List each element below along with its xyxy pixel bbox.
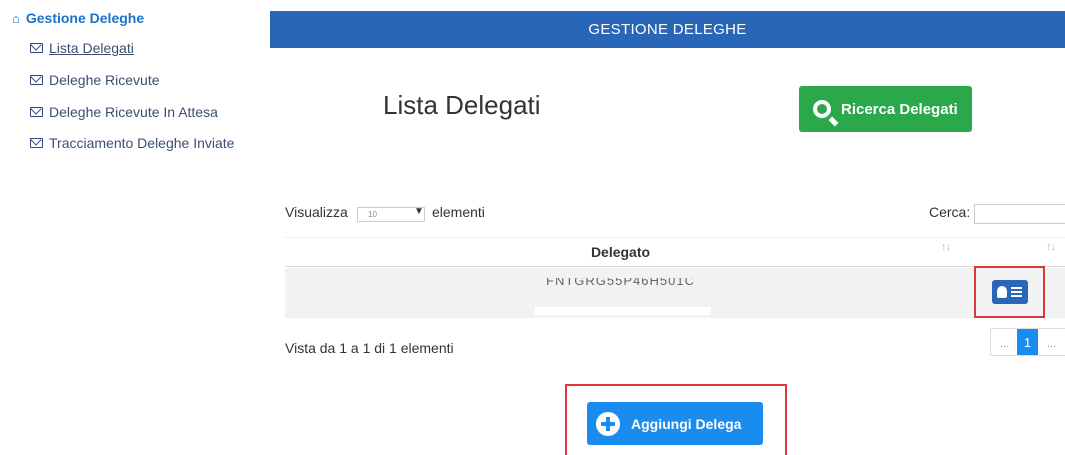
redaction: [535, 307, 711, 315]
aggiungi-delega-button[interactable]: Aggiungi Delega: [587, 402, 763, 445]
search-input[interactable]: [974, 204, 1065, 224]
aggiungi-delega-label: Aggiungi Delega: [631, 415, 742, 432]
envelope-icon: [30, 138, 43, 148]
length-suffix: elementi: [432, 204, 485, 220]
view-delegato-button[interactable]: [992, 280, 1028, 304]
length-label: Visualizza: [285, 204, 348, 220]
pagination-next[interactable]: ...: [1047, 338, 1056, 350]
envelope-icon: [30, 75, 43, 85]
home-icon: ⌂: [12, 10, 20, 26]
chevron-down-icon: ▼: [414, 206, 424, 217]
envelope-icon: [30, 107, 43, 117]
page-title: Lista Delegati: [383, 90, 541, 120]
ricerca-delegati-button[interactable]: Ricerca Delegati: [799, 86, 972, 132]
column-header-delegato[interactable]: Delegato ↑↓: [285, 237, 956, 267]
sidebar-item-deleghe-ricevute-in-attesa[interactable]: Deleghe Ricevute In Attesa: [30, 104, 218, 120]
sort-icon: ↑↓: [941, 241, 951, 253]
header-title: GESTIONE DELEGHE: [588, 21, 747, 38]
sidebar-item-deleghe-ricevute[interactable]: Deleghe Ricevute: [30, 72, 160, 88]
sidebar-item-lista-delegati[interactable]: Lista Delegati: [30, 40, 134, 56]
pagination-prev[interactable]: ...: [1000, 338, 1009, 350]
delegato-cell: FNTGRG55P46H501C: [546, 278, 695, 288]
search-label: Cerca:: [929, 204, 971, 220]
ricerca-delegati-label: Ricerca Delegati: [841, 100, 958, 118]
plus-circle-icon: [596, 411, 620, 436]
pagination-page-1[interactable]: 1: [1017, 329, 1038, 355]
table-info: Vista da 1 a 1 di 1 elementi: [285, 340, 454, 356]
sidebar-title-label: Gestione Deleghe: [25, 10, 145, 26]
sort-icon: ↑↓: [1046, 241, 1056, 253]
sidebar-title[interactable]: ⌂ Gestione Deleghe: [12, 10, 144, 26]
search-icon: [813, 100, 831, 118]
envelope-icon: [30, 43, 43, 53]
sidebar-item-tracciamento-deleghe-inviate[interactable]: Tracciamento Deleghe Inviate: [30, 135, 234, 151]
page-header: GESTIONE DELEGHE: [270, 11, 1065, 48]
column-header-actions[interactable]: ↑↓: [956, 237, 1065, 267]
